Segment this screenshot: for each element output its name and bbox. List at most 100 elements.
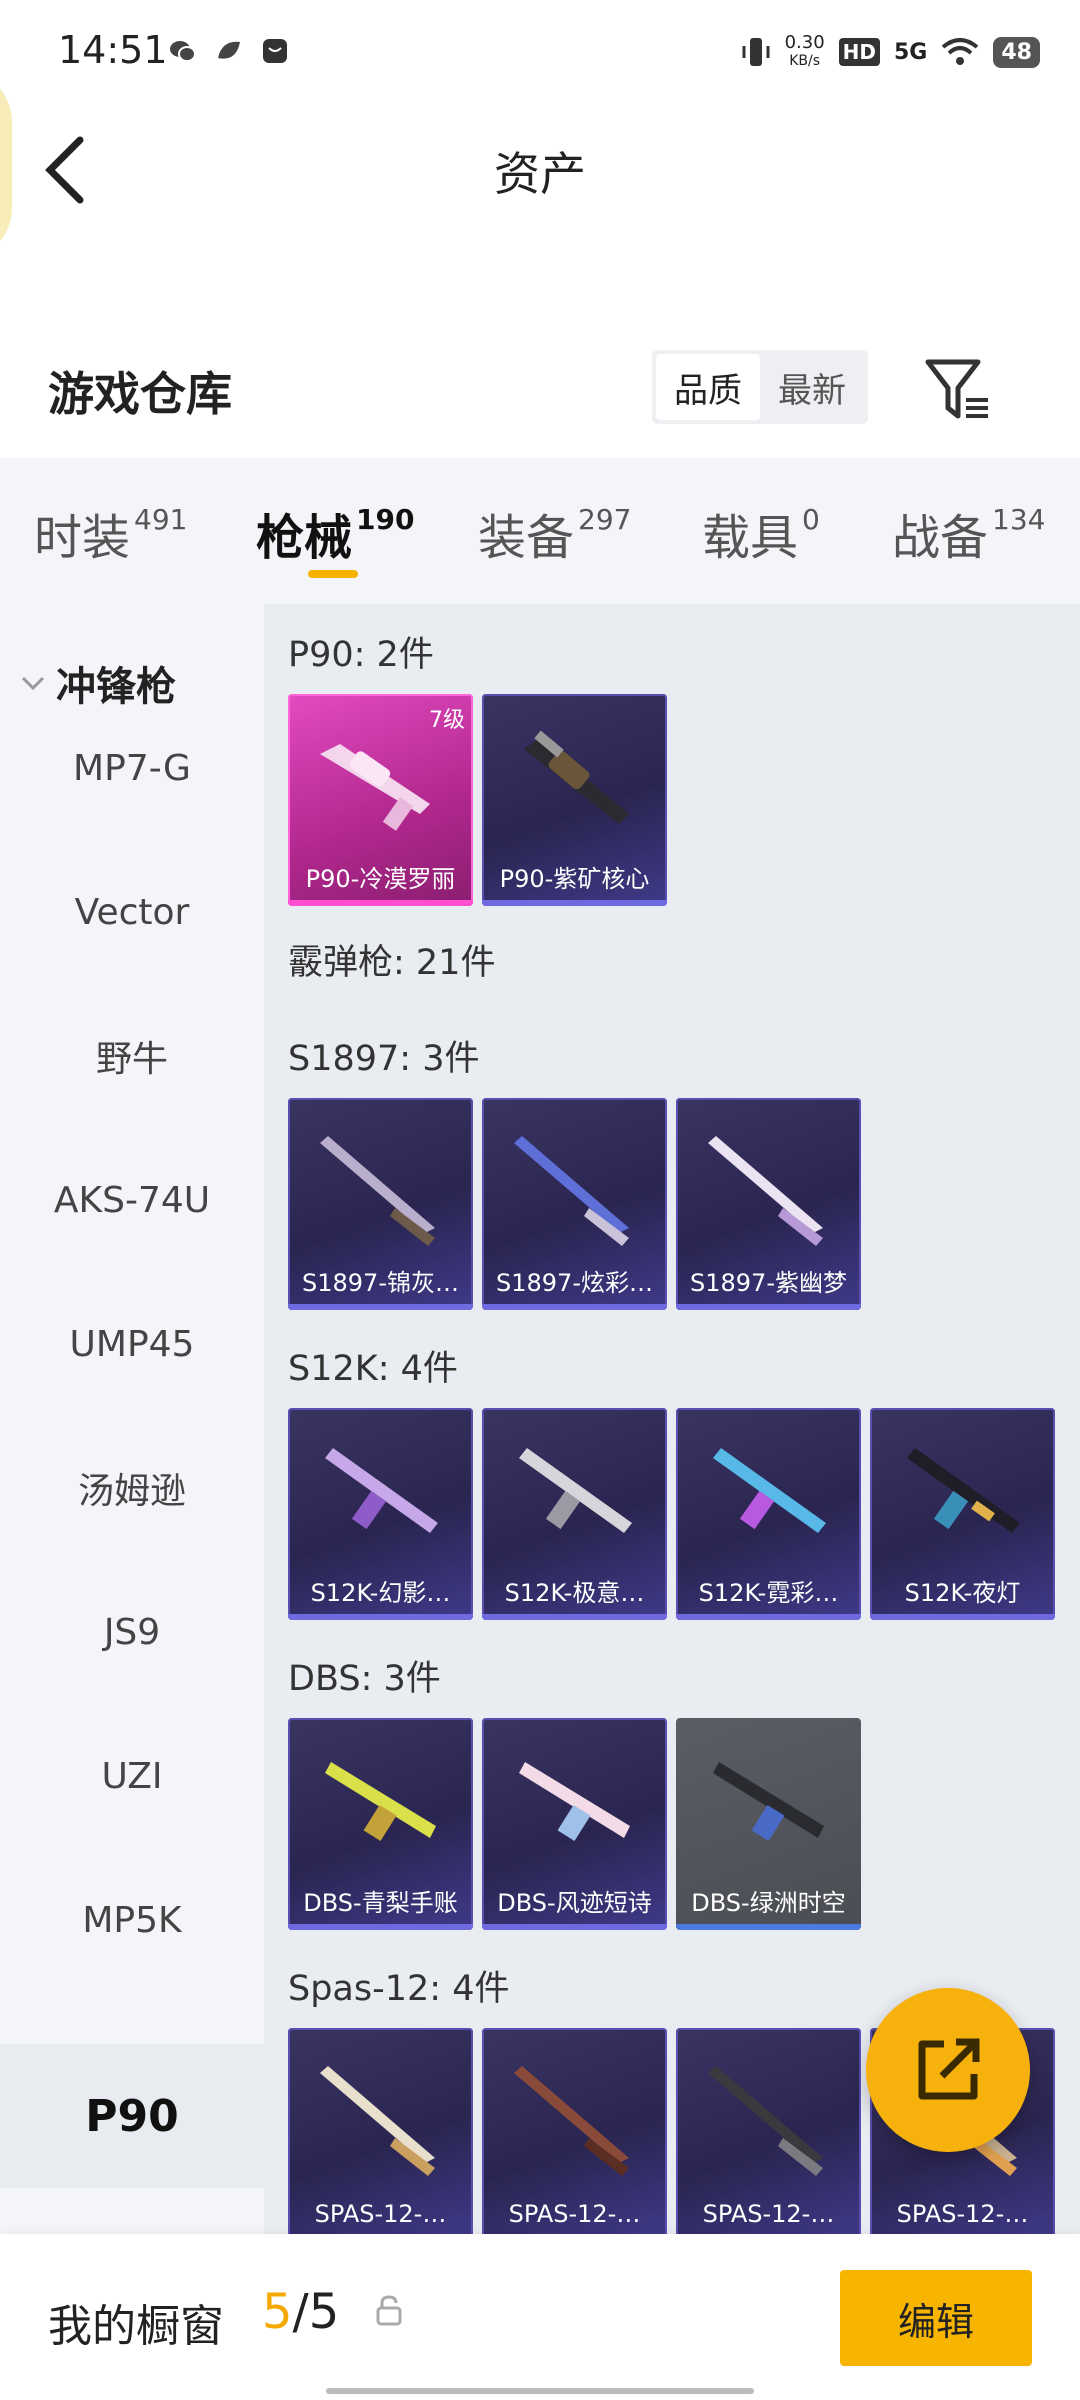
weapon-name: S12K-幻影… (310, 1579, 451, 1607)
rarity-bar (288, 1924, 473, 1930)
weapon-card[interactable]: S12K-夜灯 (870, 1408, 1055, 1620)
sidebar-item-mp7g[interactable]: MP7-G (0, 696, 264, 840)
weapon-image (524, 730, 629, 824)
weapon-image (907, 1448, 1020, 1533)
weapon-name: S1897-紫幽梦 (690, 1269, 847, 1297)
page-title: 资产 (494, 147, 586, 201)
weapon-card[interactable]: S1897-炫彩… (482, 1098, 667, 1310)
weapon-type-sidebar: 冲锋枪 MP7-G Vector 野牛 AKS-74U UMP45 汤姆逊 JS… (0, 604, 264, 2234)
sidebar-item-ump45[interactable]: UMP45 (0, 1272, 264, 1416)
weapon-name: SPAS-12-… (896, 2200, 1029, 2228)
tab-fashion[interactable]: 时装 491 (34, 498, 187, 568)
tab-count: 190 (356, 503, 415, 536)
weapon-name: P90-紫矿核心 (499, 865, 650, 893)
rarity-bar (676, 1924, 861, 1930)
status-bar: 14:51 0.30 KB/s HD 5G 48 (0, 0, 1080, 110)
tab-count: 0 (802, 503, 820, 536)
tab-equipment[interactable]: 装备 297 (478, 498, 631, 568)
weapon-name: S12K-极意… (504, 1579, 645, 1607)
section-title-dbs: DBS: 3件 (288, 1659, 441, 1699)
weapon-image (713, 1448, 826, 1533)
weapon-image (320, 744, 430, 831)
tab-count: 491 (134, 503, 188, 536)
showcase-current: 5 (262, 2284, 293, 2340)
tab-vehicles[interactable]: 载具 0 (702, 498, 820, 568)
showcase-total: /5 (292, 2284, 340, 2340)
wifi-icon (942, 38, 979, 65)
section-title-spas12: Spas-12: 4件 (288, 1969, 510, 2009)
tab-firearms[interactable]: 枪械 190 (256, 498, 414, 568)
home-indicator[interactable] (326, 2388, 754, 2394)
filter-icon[interactable] (918, 350, 998, 430)
net-speed-value: 0.30 (784, 32, 825, 53)
weapon-card[interactable]: S12K-幻影… (288, 1408, 473, 1620)
sidebar-item-uzi[interactable]: UZI (0, 1704, 264, 1848)
rarity-bar (482, 1304, 667, 1310)
app-notification-icon (218, 41, 240, 59)
sidebar-item-thompson[interactable]: 汤姆逊 (0, 1416, 264, 1560)
rarity-bar (288, 900, 473, 906)
tab-supplies[interactable]: 战备 134 (892, 498, 1045, 568)
edit-button[interactable]: 编辑 (840, 2270, 1032, 2366)
section-title-p90: P90: 2件 (288, 635, 434, 675)
tab-label: 装备 (478, 510, 575, 566)
weapon-card[interactable]: S1897-紫幽梦 (676, 1098, 861, 1310)
weapon-name: S12K-霓彩… (698, 1579, 839, 1607)
weapon-image (514, 1136, 629, 1246)
wechat-icon (170, 41, 196, 62)
rarity-bar (482, 900, 667, 906)
sort-toggle: 品质 最新 (652, 350, 868, 424)
sidebar-item-p90[interactable]: P90 (0, 2044, 264, 2188)
sidebar-item-mp5k[interactable]: MP5K (0, 1848, 264, 1992)
active-tab-indicator (308, 570, 358, 578)
weapon-image (325, 1448, 438, 1533)
tab-count: 134 (992, 503, 1046, 536)
showcase-bar: 我的橱窗 5/5 编辑 (0, 2234, 1080, 2400)
sidebar-item-js9[interactable]: JS9 (0, 1560, 264, 1704)
tab-label: 枪械 (256, 510, 353, 566)
hd-badge: HD (838, 38, 880, 66)
tab-count: 297 (578, 503, 632, 536)
weapon-name: P90-冷漠罗丽 (305, 865, 456, 893)
net-speed-unit: KB/s (789, 53, 821, 69)
status-time: 14:51 (58, 28, 168, 72)
weapon-name: SPAS-12-… (314, 2200, 447, 2228)
weapon-image (320, 1136, 435, 1246)
weapon-card[interactable]: DBS-青梨手账 (288, 1718, 473, 1930)
weapon-name: S1897-锦灰… (302, 1269, 459, 1297)
sidebar-item-vector[interactable]: Vector (0, 840, 264, 984)
rarity-bar (482, 1924, 667, 1930)
weapon-card[interactable]: S1897-锦灰… (288, 1098, 473, 1310)
weapon-card[interactable]: SPAS-12-… (676, 2028, 861, 2234)
section-title-shotgun: 霰弹枪: 21件 (288, 943, 496, 983)
sort-quality-option[interactable]: 品质 (656, 354, 760, 420)
weapon-card[interactable]: DBS-风迹短诗 (482, 1718, 667, 1930)
weapon-card[interactable]: SPAS-12-… (288, 2028, 473, 2234)
rarity-bar (288, 1614, 473, 1620)
sidebar-item-aks74u[interactable]: AKS-74U (0, 1128, 264, 1272)
weapon-image (325, 1762, 436, 1842)
weapon-card[interactable]: S12K-霓彩… (676, 1408, 861, 1620)
vibrate-icon (742, 38, 770, 66)
sort-latest-option[interactable]: 最新 (760, 354, 864, 420)
weapon-card[interactable]: P90-紫矿核心 (482, 694, 667, 906)
weapon-card[interactable]: 7级 P90-冷漠罗丽 (288, 694, 473, 906)
weapon-card[interactable]: DBS-绿洲时空 (676, 1718, 861, 1930)
net-speed: 0.30 KB/s (785, 34, 825, 70)
showcase-label: 我的橱窗 (48, 2301, 224, 2352)
sidebar-item-bison[interactable]: 野牛 (0, 984, 264, 1128)
weapon-image (519, 1448, 632, 1533)
rarity-bar (676, 1304, 861, 1310)
network-type: 5G (894, 39, 928, 65)
tab-label: 时装 (34, 510, 131, 566)
weapon-name: SPAS-12-… (508, 2200, 641, 2228)
weapon-card[interactable]: S12K-极意… (482, 1408, 667, 1620)
weapon-name: DBS-绿洲时空 (691, 1889, 846, 1917)
weapon-card[interactable]: SPAS-12-… (482, 2028, 667, 2234)
warehouse-title: 游戏仓库 (48, 367, 232, 421)
notification-icons (168, 36, 290, 66)
weapon-image (519, 1762, 630, 1842)
share-button[interactable] (866, 1988, 1030, 2152)
rarity-bar (676, 1614, 861, 1620)
rarity-bar (870, 1614, 1055, 1620)
